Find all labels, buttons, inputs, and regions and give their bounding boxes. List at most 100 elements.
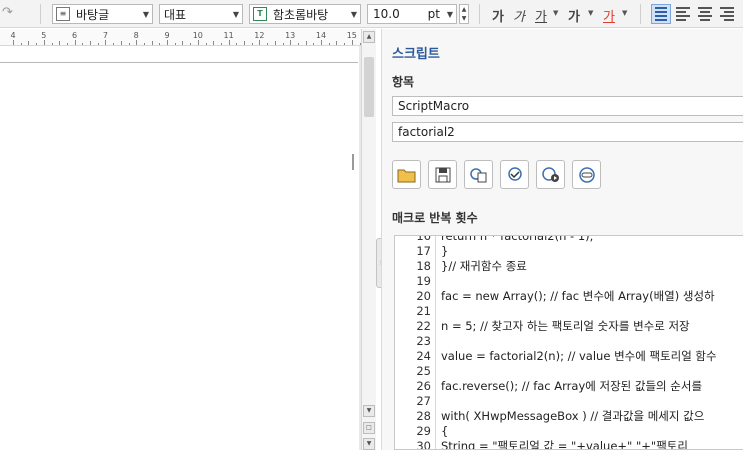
font-color-button[interactable]: 가 <box>603 6 615 25</box>
style-icon: ≡ <box>56 7 70 21</box>
code-line[interactable]: 26 fac.reverse(); // fac Array에 저장된 값들의 … <box>395 379 743 394</box>
code-text[interactable]: n = 5; // 찾고자 하는 팩토리얼 숫자를 변수로 저장 <box>441 319 690 334</box>
style-combo[interactable]: ≡ 바탕글 ▼ <box>52 4 153 24</box>
ruler-tick <box>113 43 115 45</box>
font-combo[interactable]: T 함초롬바탕 ▼ <box>249 4 361 24</box>
ruler-tick <box>267 43 269 45</box>
bold-button[interactable]: 가 <box>492 6 504 25</box>
chevron-down-icon[interactable]: ▼ <box>553 9 558 17</box>
line-number: 26 <box>416 379 431 393</box>
align-center-button[interactable] <box>695 4 715 24</box>
font-combo-value: 함초롬바탕 <box>273 7 329 22</box>
script-module-field[interactable]: ScriptMacro <box>392 96 743 116</box>
document-area[interactable] <box>0 46 361 450</box>
align-left-button[interactable] <box>673 4 693 24</box>
vertical-scrollbar[interactable]: ▲ ▼ □ ▼ <box>361 29 376 450</box>
language-combo[interactable]: 대표 ▼ <box>159 4 243 24</box>
run-icon[interactable] <box>536 160 565 189</box>
chevron-down-icon[interactable]: ▼ <box>588 9 593 17</box>
code-line[interactable]: 25 <box>395 364 743 379</box>
code-line[interactable]: 29 { <box>395 424 743 439</box>
code-line[interactable]: 22 n = 5; // 찾고자 하는 팩토리얼 숫자를 변수로 저장 <box>395 319 743 334</box>
ruler-tick <box>143 43 145 45</box>
ruler-tick <box>328 43 330 45</box>
ruler-tick <box>228 40 230 45</box>
ruler-tick <box>120 41 122 45</box>
ruler-tick <box>43 40 45 45</box>
align-justify-button[interactable] <box>651 4 671 24</box>
code-line[interactable]: 17 } <box>395 244 743 259</box>
document-page[interactable] <box>0 46 359 450</box>
page-down-icon[interactable]: ▼ <box>363 438 375 450</box>
code-line[interactable]: 28 with( XHwpMessageBox ) // 결과값을 메세지 값으 <box>395 409 743 424</box>
align-right-button[interactable] <box>717 4 737 24</box>
open-folder-icon[interactable] <box>392 160 421 189</box>
ruler-tick <box>82 43 84 45</box>
code-line[interactable]: 18}// 재귀함수 종료 <box>395 259 743 274</box>
language-combo-value: 대표 <box>164 7 187 22</box>
code-text[interactable]: with( XHwpMessageBox ) // 결과값을 메세지 값으 <box>441 409 704 424</box>
line-number: 23 <box>416 334 431 348</box>
ruler-tick <box>20 43 22 45</box>
code-text[interactable]: fac = new Array(); // fac 변수에 Array(배열) … <box>441 289 715 304</box>
repeat-count-label: 매크로 반복 횟수 <box>392 211 478 225</box>
code-text[interactable]: String = "팩토리얼 값 = "+value+" "+"팩토리 <box>441 439 688 449</box>
line-number: 27 <box>416 394 431 408</box>
code-line[interactable]: 19 <box>395 274 743 289</box>
macro-name-field[interactable]: factorial2 <box>392 122 743 142</box>
code-text[interactable]: }// 재귀함수 종료 <box>441 259 527 274</box>
ruler-label: 7 <box>102 31 108 40</box>
ruler-tick <box>351 40 353 45</box>
code-line[interactable]: 27 <box>395 394 743 409</box>
code-text[interactable]: value = factorial2(n); // value 변수에 팩토리얼… <box>441 349 717 364</box>
line-number: 30 <box>416 439 431 450</box>
horizontal-ruler: 4 5 6 7 8 9 10 11 12 13 14 15 <box>0 29 361 46</box>
strikethrough-button[interactable]: 가 <box>568 6 580 25</box>
redo-icon[interactable]: ↷ <box>2 5 30 23</box>
code-line[interactable]: 16 return n * factorial2(n - 1); <box>395 236 743 244</box>
ruler-tick <box>220 43 222 45</box>
ruler-label: 15 <box>346 31 357 40</box>
chevron-down-icon[interactable]: ▼ <box>622 9 627 17</box>
scroll-up-icon[interactable]: ▲ <box>363 31 375 43</box>
copy-icon[interactable] <box>464 160 493 189</box>
line-number: 22 <box>416 319 431 333</box>
code-text[interactable]: return n * factorial2(n - 1); <box>441 236 594 244</box>
ruler-tick <box>105 40 107 45</box>
page-view-icon[interactable]: □ <box>363 422 375 434</box>
code-text[interactable]: { <box>441 424 448 439</box>
code-editor[interactable]: 16 return n * factorial2(n - 1); 17 } 18}/… <box>394 235 743 450</box>
check-icon[interactable] <box>500 160 529 189</box>
ruler-tick <box>97 43 99 45</box>
code-line[interactable]: 21 <box>395 304 743 319</box>
code-text[interactable]: fac.reverse(); // fac Array에 저장된 값들의 순서를 <box>441 379 702 394</box>
line-number: 20 <box>416 289 431 303</box>
line-number: 24 <box>416 349 431 363</box>
underline-button[interactable]: 가 <box>535 6 547 25</box>
ruler-tick <box>136 40 138 45</box>
link-icon[interactable] <box>572 160 601 189</box>
italic-button[interactable]: 가 <box>513 6 525 25</box>
font-size-stepper[interactable]: ▲ ▼ <box>459 4 469 24</box>
formatting-toolbar: ↷ ≡ 바탕글 ▼ 대표 ▼ T 함초롬바탕 ▼ 10.0 pt ▼ ▲ ▼ 가 … <box>0 0 743 28</box>
scroll-thumb[interactable] <box>364 57 374 117</box>
ruler-tick <box>159 43 161 45</box>
code-line[interactable]: 23 <box>395 334 743 349</box>
code-text[interactable]: } <box>441 244 448 259</box>
ruler-tick <box>290 40 292 45</box>
font-size-combo[interactable]: 10.0 pt ▼ <box>367 4 457 24</box>
ruler-label: 4 <box>10 31 16 40</box>
ruler-tick <box>205 43 207 45</box>
code-line[interactable]: 20 fac = new Array(); // fac 변수에 Array(배… <box>395 289 743 304</box>
text-cursor-marker <box>352 154 354 170</box>
ruler-label: 8 <box>133 31 139 40</box>
ruler-tick <box>182 41 184 45</box>
code-line[interactable]: 24 value = factorial2(n); // value 변수에 팩… <box>395 349 743 364</box>
ruler-tick <box>213 41 215 45</box>
script-panel: 스크립트 항목 ScriptMacro factorial2 매크로 반복 횟수… <box>381 29 743 450</box>
scroll-down-icon[interactable]: ▼ <box>363 405 375 417</box>
ruler-tick <box>174 43 176 45</box>
ruler-label: 5 <box>41 31 47 40</box>
code-line[interactable]: 30 String = "팩토리얼 값 = "+value+" "+"팩토리 <box>395 439 743 450</box>
save-icon[interactable] <box>428 160 457 189</box>
